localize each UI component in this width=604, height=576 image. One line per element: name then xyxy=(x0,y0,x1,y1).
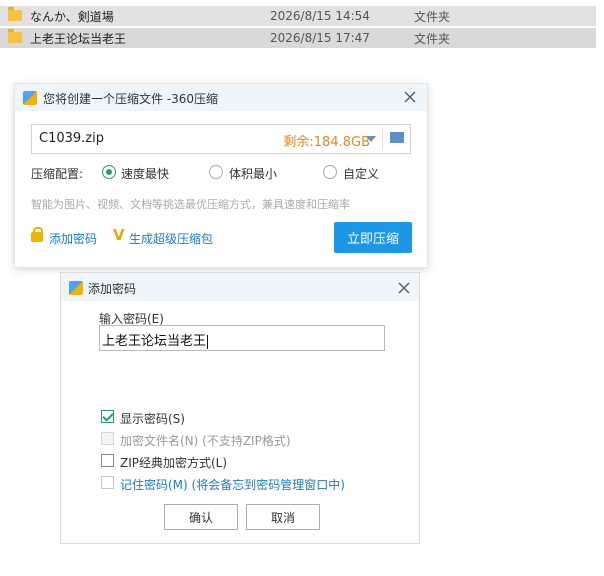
app-360-icon xyxy=(69,281,83,295)
radio-smallest-label[interactable]: 体积最小 xyxy=(229,165,277,182)
password-dialog: 添加密码 输入密码(E) 上老王论坛当老王 显示密码(S) 加密文件名(N) (… xyxy=(60,272,420,544)
radio-fastest-label[interactable]: 速度最快 xyxy=(121,165,169,182)
close-icon[interactable] xyxy=(397,281,411,295)
radio-fastest[interactable] xyxy=(102,165,116,179)
remember-password-checkbox[interactable] xyxy=(101,476,114,489)
confirm-button[interactable]: 确认 xyxy=(164,504,238,530)
password-dialog-title: 添加密码 xyxy=(88,282,137,296)
file-row[interactable]: なんか、剣道場 2026/8/15 14:54 文件夹 xyxy=(0,6,596,26)
encrypt-filename-checkbox xyxy=(101,432,114,445)
add-password-link[interactable]: 添加密码 xyxy=(49,230,97,247)
folder-icon xyxy=(8,29,22,43)
compress-config-label: 压缩配置: xyxy=(31,167,84,181)
remember-password-label[interactable]: 记住密码(M) (将会备忘到密码管理窗口中) xyxy=(120,476,345,493)
file-type: 文件夹 xyxy=(414,31,451,46)
file-name: なんか、剣道場 xyxy=(30,9,114,24)
free-space-label: 剩余:184.8GB xyxy=(283,135,370,150)
radio-smallest[interactable] xyxy=(209,165,223,179)
app-360-icon xyxy=(23,91,37,105)
password-dialog-titlebar[interactable]: 添加密码 xyxy=(61,273,419,301)
archive-path-field[interactable]: C1039.zip 剩余:184.8GB xyxy=(31,124,411,154)
compress-now-button[interactable]: 立即压缩 xyxy=(334,222,412,253)
cancel-button[interactable]: 取消 xyxy=(246,504,320,530)
compress-hint: 智能为图片、视频、文档等挑选最优压缩方式，兼具速度和压缩率 xyxy=(31,198,350,211)
chevron-down-icon[interactable] xyxy=(366,136,376,142)
compress-dialog-titlebar[interactable]: 您将创建一个压缩文件 -360压缩 xyxy=(15,84,427,111)
file-date: 2026/8/15 17:47 xyxy=(270,31,370,45)
radio-custom[interactable] xyxy=(323,165,337,179)
lock-icon xyxy=(31,227,43,242)
zip-classic-encryption-checkbox[interactable] xyxy=(101,454,114,467)
file-name: 上老王论坛当老王 xyxy=(30,31,127,46)
file-date: 2026/8/15 14:54 xyxy=(270,9,370,23)
browse-folder-icon[interactable] xyxy=(390,132,404,143)
close-icon[interactable] xyxy=(403,90,417,104)
text-cursor xyxy=(207,334,209,349)
archive-filename[interactable]: C1039.zip xyxy=(39,131,104,146)
super-pack-link[interactable]: 生成超级压缩包 xyxy=(129,230,213,247)
folder-icon xyxy=(8,7,22,21)
password-input[interactable]: 上老王论坛当老王 xyxy=(99,325,385,351)
compress-dialog: 您将创建一个压缩文件 -360压缩 C1039.zip 剩余:184.8GB 压… xyxy=(14,83,428,268)
compress-dialog-title: 您将创建一个压缩文件 -360压缩 xyxy=(43,92,219,106)
radio-custom-label[interactable]: 自定义 xyxy=(343,165,379,182)
zip-classic-encryption-label[interactable]: ZIP经典加密方式(L) xyxy=(120,454,227,471)
divider xyxy=(382,129,383,149)
file-type: 文件夹 xyxy=(414,9,451,24)
show-password-checkbox[interactable] xyxy=(101,410,114,423)
password-value: 上老王论坛当老王 xyxy=(102,334,207,349)
super-pack-icon: V xyxy=(113,226,125,244)
file-row[interactable]: 上老王论坛当老王 2026/8/15 17:47 文件夹 xyxy=(0,28,596,48)
encrypt-filename-label: 加密文件名(N) (不支持ZIP格式) xyxy=(120,434,291,448)
show-password-label[interactable]: 显示密码(S) xyxy=(120,410,185,427)
